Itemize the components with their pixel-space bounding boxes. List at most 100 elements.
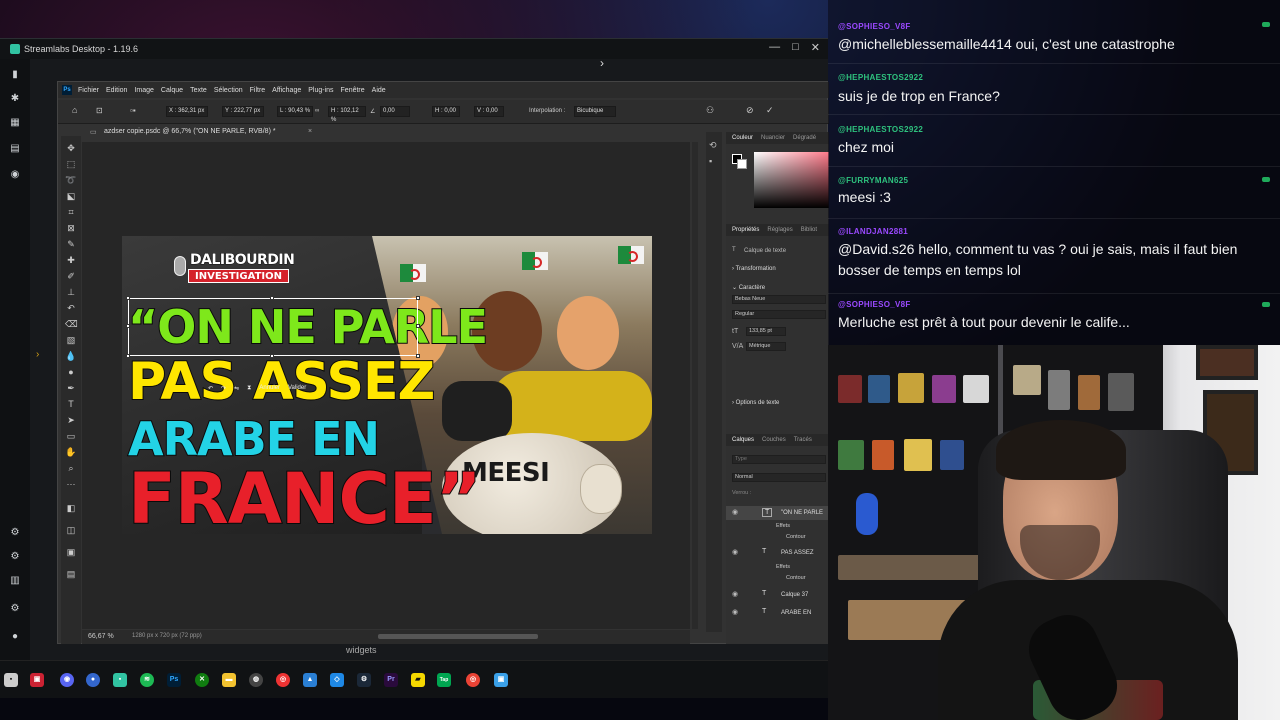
gradient-tool-icon[interactable]: ▧ <box>65 334 77 346</box>
menu-image[interactable]: Image <box>134 87 153 94</box>
zoom-tool-icon[interactable]: ⌕ <box>65 462 77 474</box>
apps-icon[interactable]: ▤ <box>9 143 21 155</box>
transform-handle[interactable] <box>126 324 130 328</box>
folder-icon[interactable]: ▬ <box>222 673 236 687</box>
store-icon[interactable]: ▦ <box>9 117 21 129</box>
thumbnail-canvas[interactable]: MEESI DALIBOURDIN INVESTIGATION “ON NE P… <box>122 236 652 534</box>
vskew-field[interactable]: V : 0,00 <box>474 106 504 117</box>
commit-transform-icon[interactable]: ✓ <box>766 105 774 116</box>
background-color-swatch[interactable] <box>737 159 747 169</box>
discord-icon[interactable]: ◉ <box>60 673 74 687</box>
expand-arrow-icon[interactable]: › <box>36 349 39 360</box>
swap-colors-icon[interactable]: ◧ <box>65 502 77 514</box>
layer-filter-input[interactable]: Type <box>732 455 826 464</box>
transform-handle[interactable] <box>416 354 420 358</box>
height-field[interactable]: H : 102,12 % <box>328 106 366 123</box>
x-position-field[interactable]: X : 362,31 px <box>166 106 208 117</box>
notes-icon[interactable]: ▰ <box>411 673 425 687</box>
layer-row[interactable]: ◉ T PAS ASSEZ <box>726 546 829 560</box>
app-icon-grey[interactable]: ◍ <box>249 673 263 687</box>
hskew-field[interactable]: H : 0,00 <box>432 106 460 117</box>
tab-couleur[interactable]: Couleur <box>732 135 753 141</box>
marquee-tool-icon[interactable]: ⬚ <box>65 158 77 170</box>
crop-tool-icon[interactable]: ⌗ <box>65 206 77 218</box>
menu-texte[interactable]: Texte <box>190 87 207 94</box>
layer-row[interactable]: ◉ T Calque 37 <box>726 588 829 602</box>
transform-handle[interactable] <box>126 354 130 358</box>
spotify-icon[interactable]: ≋ <box>140 673 154 687</box>
transformation-section[interactable]: › Transformation <box>732 266 776 272</box>
start-icon[interactable]: ▪ <box>4 673 18 687</box>
premiere-icon[interactable]: Pr <box>384 673 398 687</box>
tab-couches[interactable]: Couches <box>762 437 786 443</box>
path-select-icon[interactable]: ➤ <box>65 414 77 426</box>
link-icon[interactable]: ∞ <box>315 108 319 114</box>
maximize-button[interactable]: □ <box>792 41 799 54</box>
layer-stroke-effect[interactable]: Contour <box>786 575 806 581</box>
layer-effects[interactable]: Effets <box>776 523 790 529</box>
stamp-tool-icon[interactable]: ⊥ <box>65 286 77 298</box>
y-position-field[interactable]: Y : 222,77 px <box>222 106 264 117</box>
transform-handle[interactable] <box>416 324 420 328</box>
layer-effects[interactable]: Effets <box>776 564 790 570</box>
steam-icon[interactable]: ⚙ <box>357 673 371 687</box>
shape-tool-icon[interactable]: ▭ <box>65 430 77 442</box>
tab-reglages[interactable]: Réglages <box>767 227 792 233</box>
tools-icon[interactable]: ✱ <box>9 93 21 105</box>
reference-point-icon[interactable]: ▫▪ <box>130 106 136 115</box>
menu-aide[interactable]: Aide <box>372 87 386 94</box>
screen-mode-icon[interactable]: ▣ <box>65 546 77 558</box>
layout-icon[interactable]: ▥ <box>9 575 21 587</box>
blend-mode-select[interactable]: Normal <box>732 473 826 482</box>
healing-tool-icon[interactable]: ✚ <box>65 254 77 266</box>
quick-mask-icon[interactable]: ◫ <box>65 524 77 536</box>
transform-handle[interactable] <box>126 296 130 300</box>
record-icon[interactable]: ◉ <box>9 169 21 181</box>
vertical-scrollbar[interactable] <box>692 142 698 629</box>
layer-row[interactable]: ◉ T "ON NE PARLE <box>726 506 829 520</box>
flip-icon[interactable]: ⇋ <box>234 385 239 392</box>
profile-icon[interactable]: ● <box>9 631 21 643</box>
chrome-icon[interactable]: ◎ <box>276 673 290 687</box>
transform-handle[interactable] <box>416 296 420 300</box>
document-tab[interactable]: azdser copie.psdc @ 66,7% ("ON NE PARLE,… <box>104 128 276 135</box>
editor-icon[interactable]: ▮ <box>9 69 21 81</box>
comments-icon[interactable]: ▪ <box>709 156 712 166</box>
menu-selection[interactable]: Sélection <box>214 87 243 94</box>
font-style-select[interactable]: Regular <box>732 310 826 319</box>
character-section[interactable]: ⌄ Caractère <box>732 284 765 291</box>
app-icon-light-blue[interactable]: ▣ <box>494 673 508 687</box>
layer-stroke-effect[interactable]: Contour <box>786 534 806 540</box>
angle-field[interactable]: 0,00 <box>380 106 410 117</box>
visibility-eye-icon[interactable]: ◉ <box>732 508 738 516</box>
warp-icon[interactable]: ⚇ <box>706 105 714 116</box>
menu-plugins[interactable]: Plug-ins <box>308 87 333 94</box>
tab-bibliotheques[interactable]: Bibliot <box>801 227 817 233</box>
photoshop-taskbar-icon[interactable]: Ps <box>167 673 181 687</box>
kerning-select[interactable]: Métrique <box>746 342 786 351</box>
history-brush-icon[interactable]: ↶ <box>65 302 77 314</box>
close-tab-icon[interactable]: × <box>308 128 312 135</box>
font-family-select[interactable]: Bebas Neue <box>732 295 826 304</box>
blur-tool-icon[interactable]: 💧 <box>65 350 77 362</box>
pen-tool-icon[interactable]: ✒ <box>65 382 77 394</box>
zoom-level[interactable]: 66,67 % <box>88 633 114 640</box>
history-icon[interactable]: ⟲ <box>709 140 717 151</box>
brush-tool-icon[interactable]: ✐ <box>65 270 77 282</box>
menu-fichier[interactable]: Fichier <box>78 87 99 94</box>
move-tool-icon[interactable]: ✥ <box>65 142 77 154</box>
width-field[interactable]: L : 90,43 % <box>277 106 313 117</box>
app-icon-blue[interactable]: ◇ <box>330 673 344 687</box>
type-tool-icon[interactable]: T <box>65 398 77 410</box>
collapse-arrow-icon[interactable]: › <box>600 56 604 70</box>
hand-tool-icon[interactable]: ✋ <box>65 446 77 458</box>
home-icon[interactable]: ⌂ <box>72 105 77 115</box>
streamlabs-taskbar-icon[interactable]: ▪ <box>113 673 127 687</box>
minimize-button[interactable]: — <box>769 41 780 54</box>
visibility-eye-icon[interactable]: ◉ <box>732 590 738 598</box>
warp-mesh-icon[interactable]: ⧗ <box>247 385 251 392</box>
settings-icon[interactable]: ⚙ <box>9 603 21 615</box>
visibility-eye-icon[interactable]: ◉ <box>732 608 738 616</box>
object-select-icon[interactable]: ⬕ <box>65 190 77 202</box>
transform-handle[interactable] <box>270 296 274 300</box>
